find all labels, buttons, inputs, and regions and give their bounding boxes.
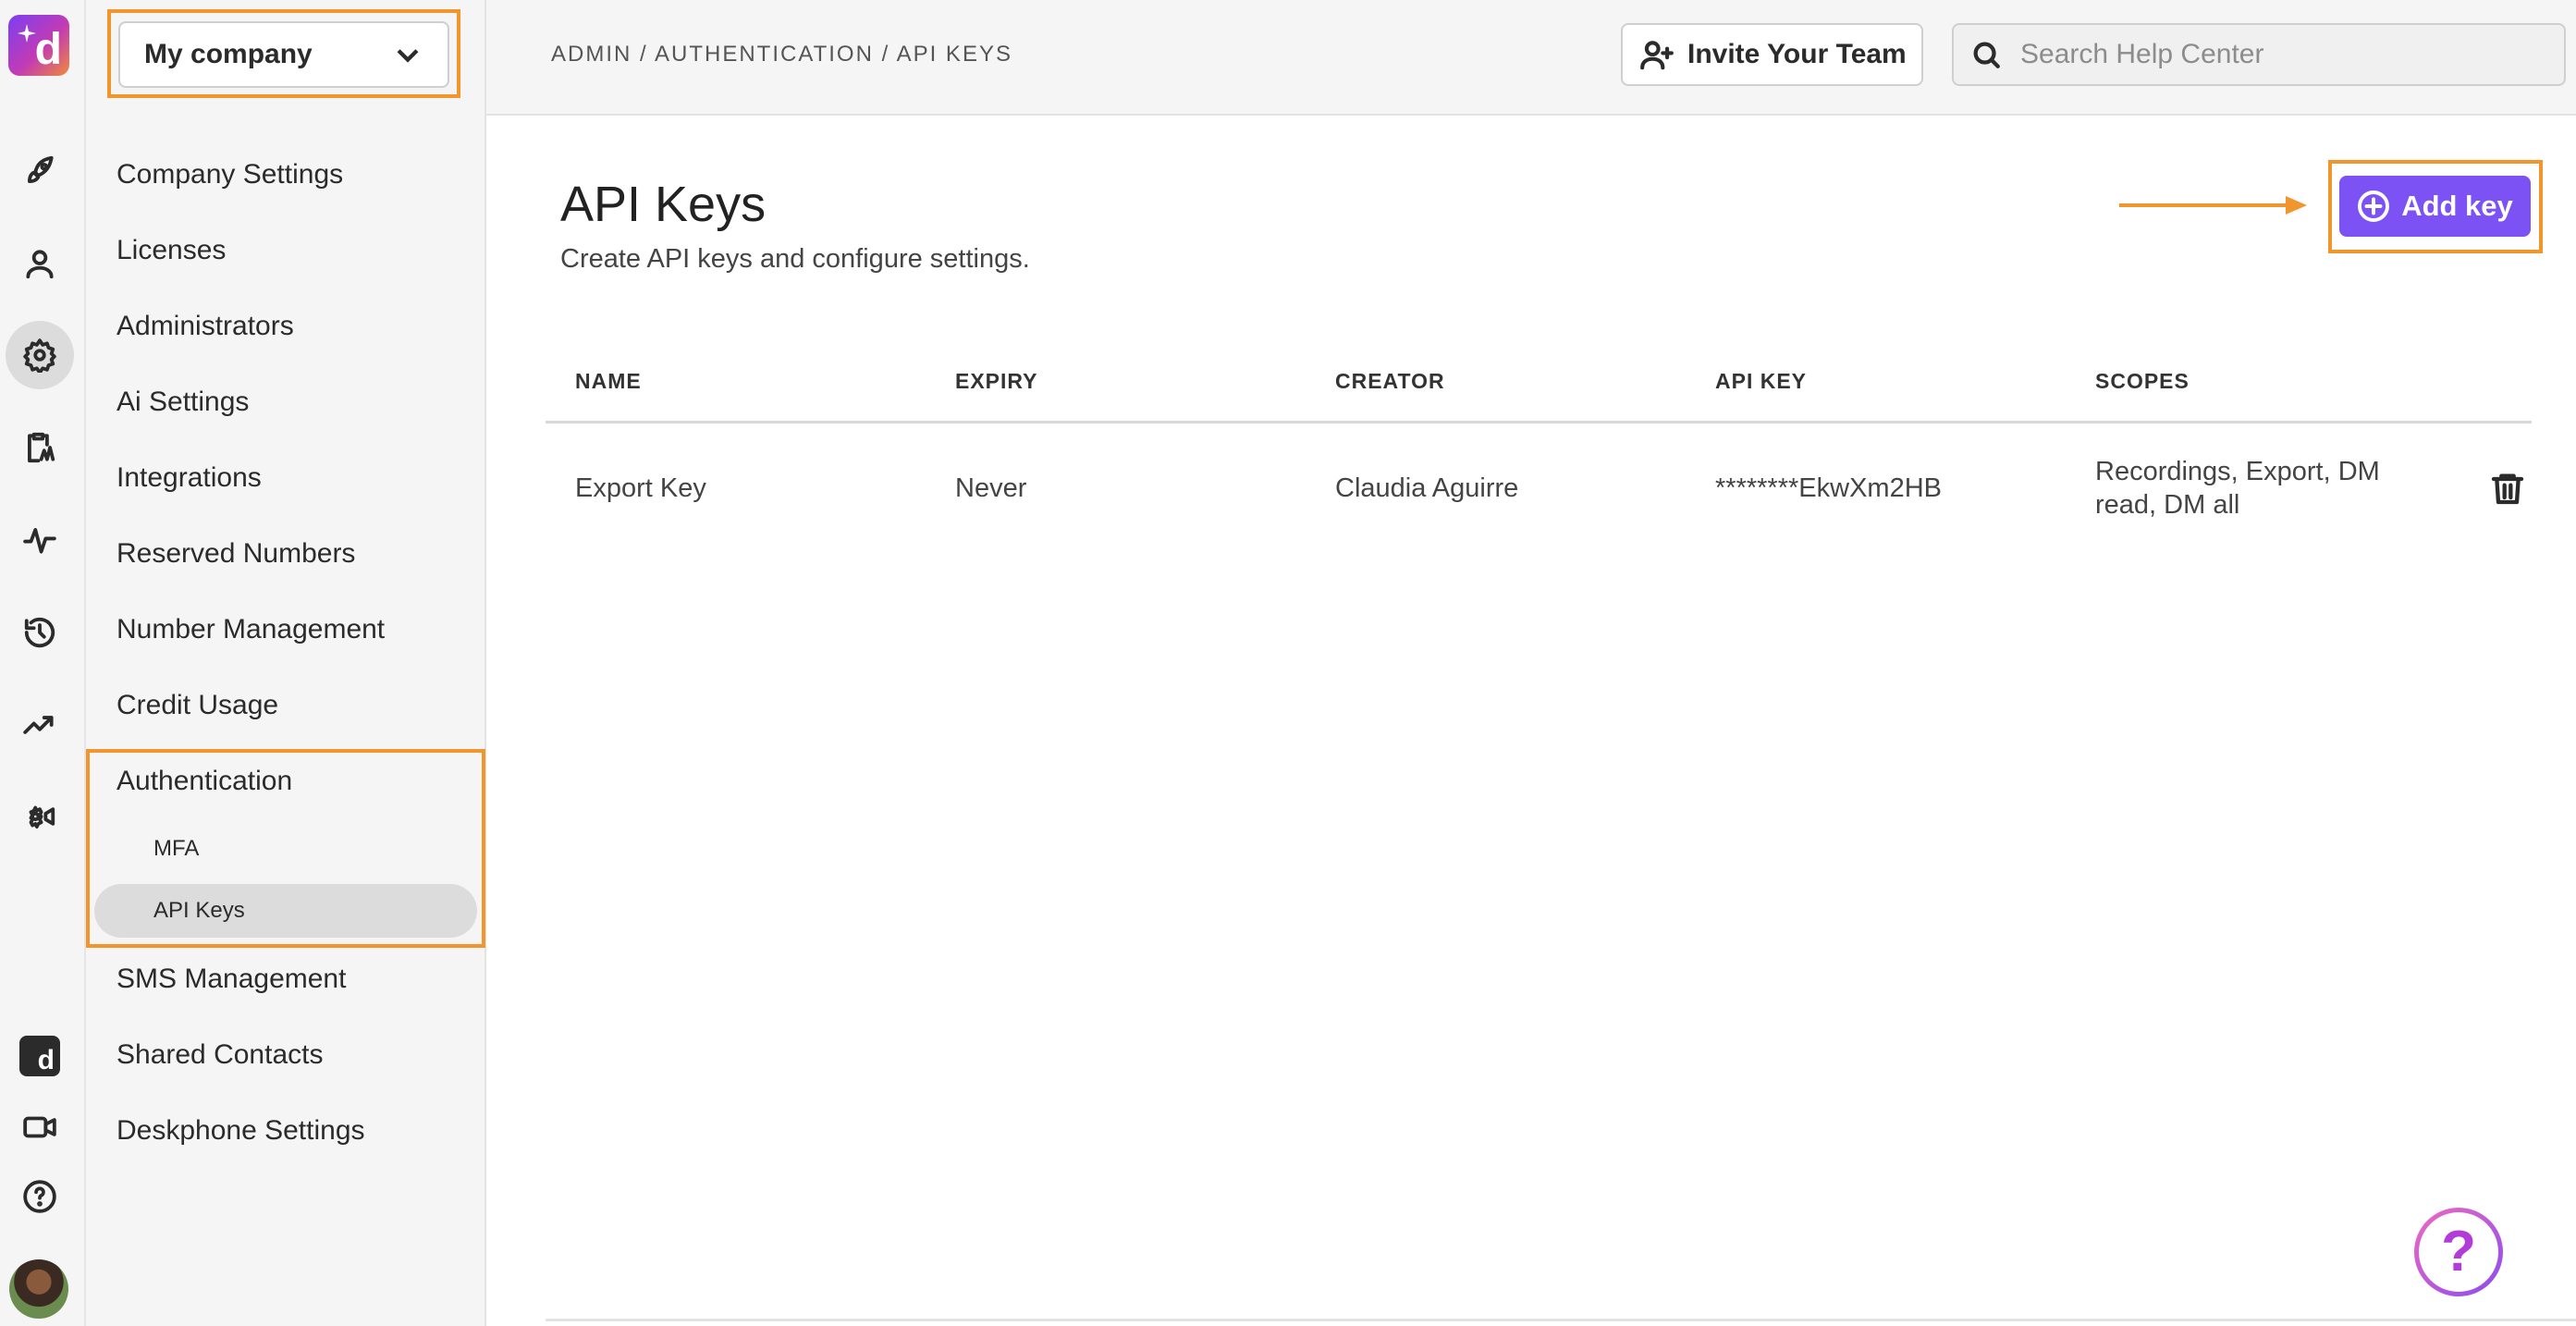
add-user-icon <box>1640 41 1674 70</box>
content-bottom-divider <box>546 1319 2576 1321</box>
sidebar-item-credit-usage[interactable]: Credit Usage <box>117 690 278 721</box>
cell-expiry: Never <box>955 473 1027 503</box>
sidebar-item-administrators[interactable]: Administrators <box>117 311 294 342</box>
history-icon[interactable] <box>20 613 59 652</box>
admin-sidebar: My company Company Settings Licenses Adm… <box>86 0 486 1326</box>
invite-team-button[interactable]: Invite Your Team <box>1621 23 1923 86</box>
sidebar-item-licenses[interactable]: Licenses <box>117 235 226 266</box>
table-header-divider <box>546 421 2532 424</box>
page-title: API Keys <box>560 177 767 232</box>
top-header: ADMIN / AUTHENTICATION / API KEYS Invite… <box>486 0 2576 116</box>
cell-creator: Claudia Aguirre <box>1335 473 1519 503</box>
sidebar-item-company-settings[interactable]: Company Settings <box>117 159 343 190</box>
help-icon[interactable] <box>20 1177 59 1216</box>
sidebar-item-sms-management[interactable]: SMS Management <box>117 964 346 995</box>
page-subtitle: Create API keys and configure settings. <box>560 244 1030 274</box>
cell-scopes-line2: read, DM all <box>2095 490 2240 520</box>
cell-scopes-line1: Recordings, Export, DM <box>2095 457 2380 486</box>
help-fab-glyph: ? <box>2441 1220 2476 1283</box>
sidebar-item-number-management[interactable]: Number Management <box>117 614 385 645</box>
column-header-api-key: API KEY <box>1715 369 1808 393</box>
highlight-authentication-group <box>86 749 485 948</box>
column-header-scopes: SCOPES <box>2095 369 2190 393</box>
brand-icon[interactable]: d <box>19 1036 60 1076</box>
rocket-icon[interactable] <box>20 152 59 190</box>
person-icon[interactable] <box>20 244 59 283</box>
cell-api-key: ********EkwXm2HB <box>1715 473 1942 503</box>
gear-icon[interactable] <box>20 336 59 374</box>
trash-icon <box>2491 473 2524 505</box>
settings-video-icon[interactable] <box>20 797 59 836</box>
activity-icon[interactable] <box>20 521 59 559</box>
trending-icon[interactable] <box>20 706 59 744</box>
highlight-add-key <box>2328 160 2543 253</box>
clipboard-icon[interactable] <box>20 428 59 467</box>
highlight-company-select <box>107 9 460 98</box>
delete-key-button[interactable] <box>2489 470 2526 507</box>
sidebar-item-ai-settings[interactable]: Ai Settings <box>117 387 249 418</box>
invite-team-label: Invite Your Team <box>1687 39 1907 69</box>
video-icon[interactable] <box>20 1108 59 1147</box>
column-header-name: NAME <box>575 369 642 393</box>
sidebar-item-deskphone-settings[interactable]: Deskphone Settings <box>117 1115 365 1147</box>
cell-name: Export Key <box>575 473 706 503</box>
sidebar-item-reserved-numbers[interactable]: Reserved Numbers <box>117 538 355 570</box>
column-header-creator: CREATOR <box>1335 369 1445 393</box>
dialpad-logo[interactable]: d <box>8 15 69 76</box>
help-chat-button[interactable]: ? <box>2414 1208 2503 1296</box>
sidebar-item-integrations[interactable]: Integrations <box>117 462 262 494</box>
sidebar-item-shared-contacts[interactable]: Shared Contacts <box>117 1039 323 1071</box>
column-header-expiry: EXPIRY <box>955 369 1038 393</box>
avatar[interactable] <box>9 1259 68 1319</box>
search-icon <box>1973 42 2000 68</box>
search-input[interactable] <box>2020 39 2538 70</box>
icon-rail: d d <box>0 0 86 1326</box>
breadcrumb[interactable]: ADMIN / AUTHENTICATION / API KEYS <box>551 42 1012 68</box>
search-box[interactable] <box>1952 23 2566 86</box>
annotation-arrow-icon <box>2119 196 2307 215</box>
